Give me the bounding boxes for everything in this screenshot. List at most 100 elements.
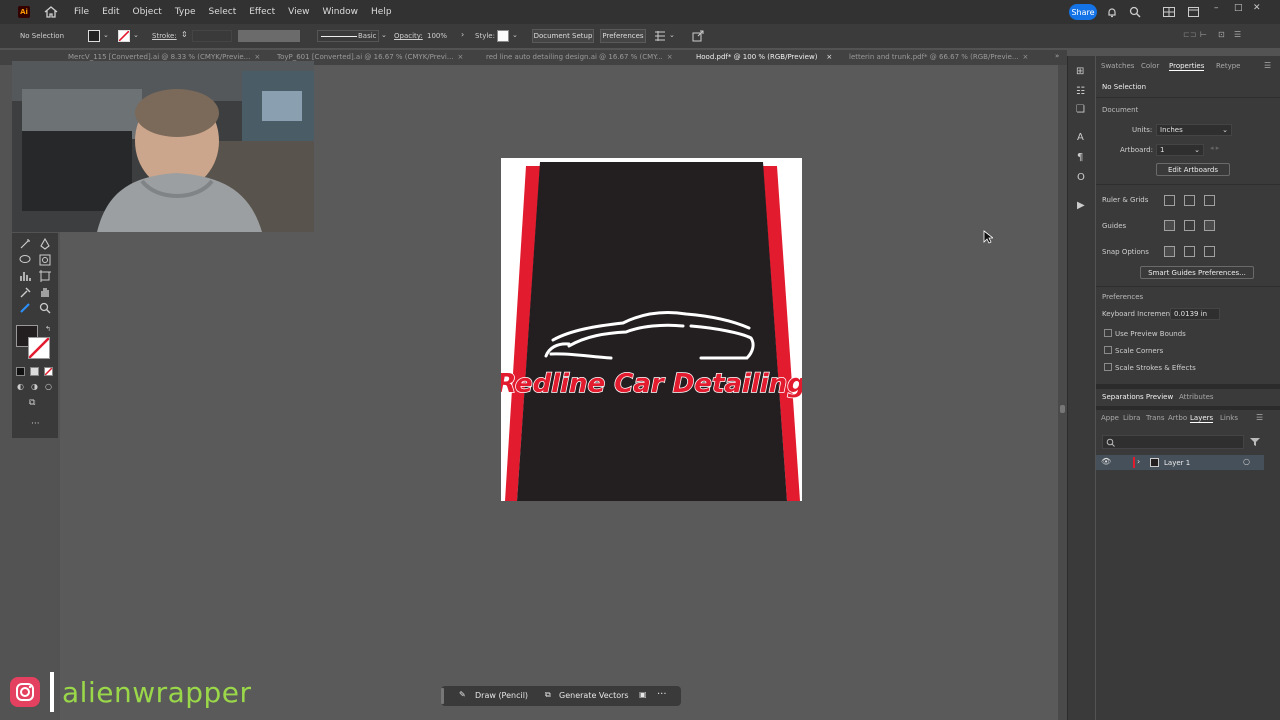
close-icon[interactable]: ✕ (1253, 3, 1261, 13)
use-preview-bounds-checkbox[interactable] (1104, 329, 1112, 337)
brush-definition[interactable]: Basic (317, 30, 379, 42)
keyboard-increment-field[interactable]: 0.0139 in (1170, 308, 1220, 320)
lasso-icon[interactable] (19, 254, 31, 266)
menu-edit[interactable]: Edit (102, 7, 119, 17)
more-tools-icon[interactable]: ··· (31, 419, 40, 429)
layers-menu-icon[interactable]: ☰ (1256, 413, 1263, 422)
tab-links[interactable]: Links (1220, 414, 1238, 422)
stroke-weight-field[interactable] (192, 30, 232, 42)
menu-effect[interactable]: Effect (249, 7, 275, 17)
document-tab-active[interactable]: Hood.pdf* @ 100 % (RGB/Preview) × (696, 53, 832, 61)
draw-behind-icon[interactable]: ◑ (31, 382, 38, 391)
style-swatch[interactable] (497, 30, 509, 42)
vertical-scrollbar[interactable] (1058, 65, 1067, 720)
close-tab-icon[interactable]: × (826, 53, 832, 61)
smart-guides-icon[interactable] (1204, 220, 1215, 231)
properties-panel-icon[interactable]: ⊞ (1076, 66, 1084, 77)
color-mode-icon[interactable] (16, 367, 25, 376)
arrange-documents-icon[interactable] (1163, 7, 1175, 17)
close-tab-icon[interactable]: × (1023, 53, 1029, 61)
isolate-icon[interactable]: ⊢ (1200, 30, 1207, 39)
variable-width-profile[interactable] (238, 30, 300, 42)
artboard-tool-icon[interactable] (39, 270, 51, 282)
more-options-icon[interactable]: ··· (657, 689, 667, 700)
close-tab-icon[interactable]: × (458, 53, 464, 61)
minimize-icon[interactable]: – (1214, 3, 1219, 13)
style-dropdown-icon[interactable]: ⌄ (512, 31, 518, 39)
transform-icon[interactable]: ⊡ (1218, 30, 1225, 39)
artboard-select[interactable]: 1 ⌄ (1156, 144, 1204, 156)
menu-window[interactable]: Window (323, 7, 359, 17)
stroke-stepper-icon[interactable]: ⇕ (181, 30, 188, 39)
image-icon[interactable]: ▣ (639, 690, 647, 699)
tab-appearance[interactable]: Appe (1101, 414, 1119, 422)
graph-tool-icon[interactable] (19, 270, 31, 282)
ruler-icon[interactable] (1164, 195, 1175, 206)
target-icon[interactable]: ○ (1243, 457, 1250, 466)
visibility-eye-icon[interactable]: 👁 (1101, 457, 1111, 466)
hand-tool-icon[interactable] (39, 286, 51, 298)
libraries-panel-icon[interactable]: ☷ (1076, 86, 1085, 97)
search-icon[interactable] (1129, 6, 1141, 18)
pen-tool-icon[interactable] (39, 238, 51, 250)
layers-panel-icon[interactable]: ❏ (1076, 104, 1085, 115)
tab-overflow-icon[interactable]: » (1055, 52, 1059, 60)
artboard[interactable]: Redline Car Detailing (495, 158, 807, 501)
pixel-grid-icon[interactable] (1204, 195, 1215, 206)
opentype-panel-icon[interactable]: O (1077, 172, 1085, 183)
artboard-prev-next-icon[interactable]: ◂ ▸ (1210, 144, 1219, 152)
drag-handle-icon[interactable] (441, 688, 444, 704)
more-options-icon[interactable]: ☰ (1234, 30, 1241, 39)
lock-guides-icon[interactable] (1184, 220, 1195, 231)
opacity-value[interactable]: 100% (427, 32, 447, 40)
preferences-button[interactable]: Preferences (600, 29, 646, 43)
grid-icon[interactable] (1184, 195, 1195, 206)
fill-dropdown-icon[interactable]: ⌄ (103, 31, 109, 39)
character-panel-icon[interactable]: A (1077, 132, 1084, 143)
bell-icon[interactable] (1106, 6, 1118, 18)
tab-artboards[interactable]: Artbo (1168, 414, 1187, 422)
brush-dropdown-icon[interactable]: ⌄ (381, 31, 387, 39)
fill-swatch[interactable] (88, 30, 100, 42)
magic-wand-icon[interactable] (19, 238, 31, 250)
layer-row[interactable]: 👁 › Layer 1 ○ (1096, 455, 1264, 470)
document-tab[interactable]: ToyP_601 [Converted].ai @ 16.67 % (CMYK/… (277, 53, 463, 61)
filter-icon[interactable] (1250, 437, 1260, 447)
actions-panel-icon[interactable]: ▶ (1077, 200, 1085, 211)
opacity-label[interactable]: Opacity: (394, 32, 423, 40)
panel-menu-icon[interactable]: ☰ (1264, 61, 1271, 70)
close-tab-icon[interactable]: × (667, 53, 673, 61)
workspace-icon[interactable] (1188, 7, 1199, 17)
tab-transform[interactable]: Trans (1146, 414, 1165, 422)
chevron-right-icon[interactable]: › (461, 30, 464, 39)
tab-layers[interactable]: Layers (1190, 414, 1214, 423)
slice-tool-icon[interactable] (19, 302, 31, 314)
menu-view[interactable]: View (288, 7, 309, 17)
snap-point-icon[interactable] (1164, 246, 1175, 257)
tab-separations-preview[interactable]: Separations Preview (1102, 393, 1173, 401)
menu-file[interactable]: File (74, 7, 89, 17)
show-guides-icon[interactable] (1164, 220, 1175, 231)
align-icon[interactable]: ⊏⊐ (1183, 30, 1196, 39)
arrange-icon[interactable] (654, 30, 666, 42)
expand-layer-icon[interactable]: › (1137, 457, 1140, 466)
maximize-icon[interactable]: □ (1234, 3, 1243, 13)
home-icon[interactable] (44, 6, 58, 18)
edit-artboards-button[interactable]: Edit Artboards (1156, 163, 1230, 176)
snap-grid-icon[interactable] (1184, 246, 1195, 257)
draw-mode-icon[interactable]: ◐ (17, 382, 24, 391)
eyedropper-icon[interactable] (19, 286, 31, 298)
tab-attributes[interactable]: Attributes (1179, 393, 1214, 401)
layer-name[interactable]: Layer 1 (1164, 459, 1190, 467)
units-select[interactable]: Inches ⌄ (1156, 124, 1232, 136)
share-button[interactable]: Share (1069, 4, 1097, 20)
document-tab[interactable]: MercV_115 [Converted].ai @ 8.33 % (CMYK/… (68, 53, 260, 61)
document-tab[interactable]: red line auto detailing design.ai @ 16.6… (486, 53, 673, 61)
stroke-dropdown-icon[interactable]: ⌄ (133, 31, 139, 39)
gradient-mode-icon[interactable] (30, 367, 39, 376)
scale-corners-checkbox[interactable] (1104, 346, 1112, 354)
close-tab-icon[interactable]: × (254, 53, 260, 61)
tab-retype[interactable]: Retype (1216, 62, 1241, 70)
menu-select[interactable]: Select (208, 7, 236, 17)
document-tab[interactable]: letterin and trunk.pdf* @ 66.67 % (RGB/P… (849, 53, 1028, 61)
